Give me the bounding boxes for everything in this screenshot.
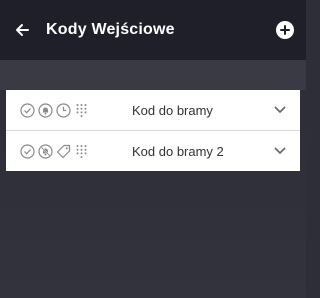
code-name: Kod do bramy (132, 102, 213, 118)
code-list: Kod do bramy Kod do bramy 2 (6, 90, 300, 171)
add-code-button[interactable] (276, 21, 294, 39)
arrow-left-icon (16, 24, 29, 36)
app-screen: Kody Wejściowe Kod do bramy Kod do bramy… (0, 0, 306, 298)
tag-icon (56, 144, 71, 159)
keypad-icon (74, 103, 89, 118)
code-status-icons (20, 143, 118, 159)
sub-header-bar (0, 60, 306, 90)
page-title: Kody Wejściowe (46, 21, 175, 38)
bell-off-icon (38, 143, 53, 159)
top-bar: Kody Wejściowe (0, 0, 306, 60)
code-name: Kod do bramy 2 (132, 143, 224, 159)
list-item[interactable]: Kod do bramy (6, 90, 300, 131)
clock-icon (56, 102, 71, 118)
back-button[interactable] (10, 18, 34, 42)
list-item[interactable]: Kod do bramy 2 (6, 131, 300, 171)
bell-icon (38, 102, 53, 118)
plus-icon (280, 25, 290, 35)
check-circle-icon (20, 102, 35, 118)
keypad-icon (74, 144, 89, 159)
chevron-down-icon[interactable] (272, 143, 288, 159)
check-circle-icon (20, 143, 35, 159)
code-status-icons (20, 102, 118, 118)
chevron-down-icon[interactable] (272, 102, 288, 118)
